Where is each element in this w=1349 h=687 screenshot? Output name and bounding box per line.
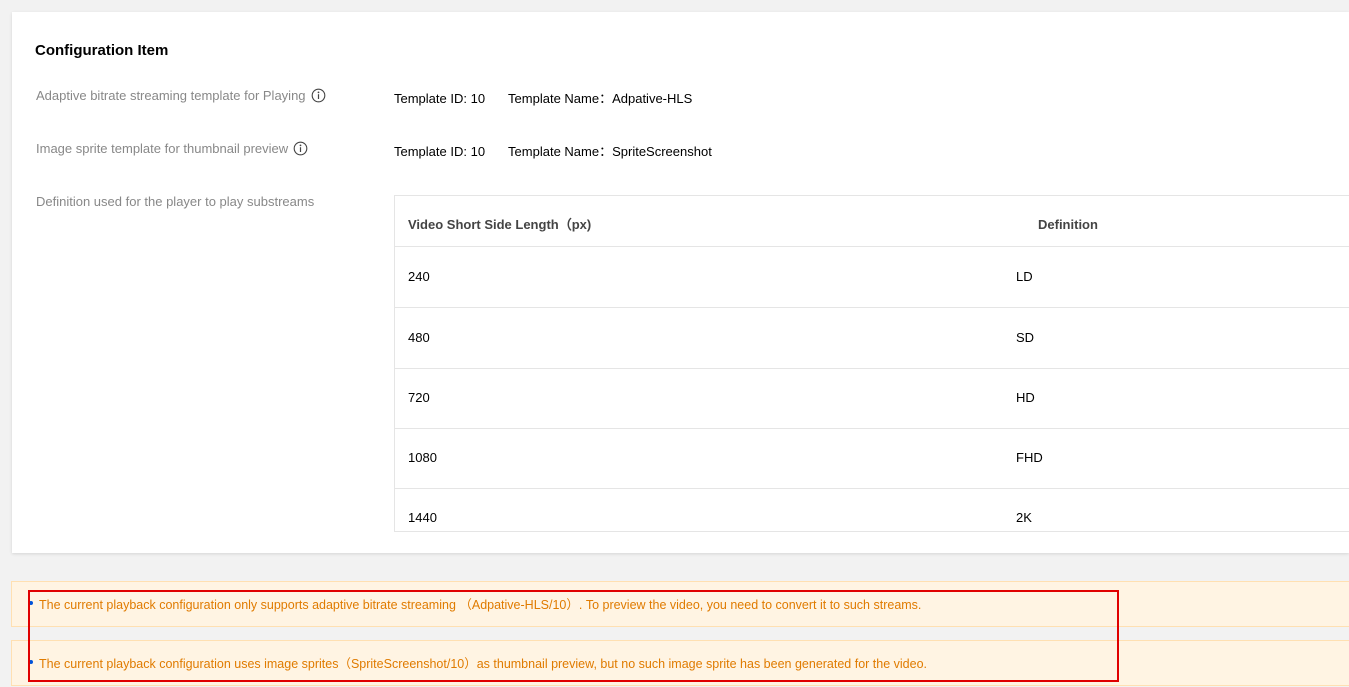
table-row: 720 HD [395,368,1349,429]
info-icon[interactable] [311,88,326,103]
abr-template-value: Template ID: 10 Template Name：Adpative-HL… [394,88,692,107]
section-title: Configuration Item [35,42,169,59]
cell-side-length: 720 [408,390,430,405]
abr-template-name: Template Name：Adpative-HLS [508,91,693,106]
cell-definition: HD [1016,390,1035,405]
cell-definition: SD [1016,330,1035,345]
info-icon[interactable] [293,141,308,156]
column-header-definition: Definition [1038,217,1098,232]
sprite-template-label: Image sprite template for thumbnail prev… [36,141,289,156]
cell-definition: 2K [1016,510,1032,525]
table-header-row: Video Short Side Length（px) Definition [395,196,1349,247]
configuration-card: Configuration Item Adaptive bitrate stre… [12,12,1349,553]
cell-side-length: 480 [408,330,430,345]
table-row: 240 LD [395,247,1349,308]
cell-definition: FHD [1016,450,1043,465]
cell-side-length: 1080 [408,450,437,465]
table-row: 1080 FHD [395,428,1349,489]
cell-definition: LD [1016,269,1033,284]
abr-template-label: Adaptive bitrate streaming template for … [36,88,306,103]
column-header-side-length: Video Short Side Length（px) [408,217,592,232]
sprite-template-id: Template ID: 10 [394,144,486,159]
definition-label: Definition used for the player to play s… [36,194,315,209]
cell-side-length: 1440 [408,510,437,525]
definition-table: Video Short Side Length（px) Definition 2… [394,195,1349,532]
table-row: 1440 2K [395,488,1349,531]
sprite-template-name: Template Name：SpriteScreenshot [508,144,712,159]
table-row: 480 SD [395,308,1349,369]
definition-label-row: Definition used for the player to play s… [36,194,314,209]
sprite-template-value: Template ID: 10 Template Name：SpriteScree… [394,141,712,160]
abr-template-id: Template ID: 10 [394,91,486,106]
abr-template-label-row: Adaptive bitrate streaming template for … [36,88,326,103]
sprite-template-label-row: Image sprite template for thumbnail prev… [36,141,308,156]
cell-side-length: 240 [408,269,430,284]
highlight-annotation-box [28,590,1119,682]
